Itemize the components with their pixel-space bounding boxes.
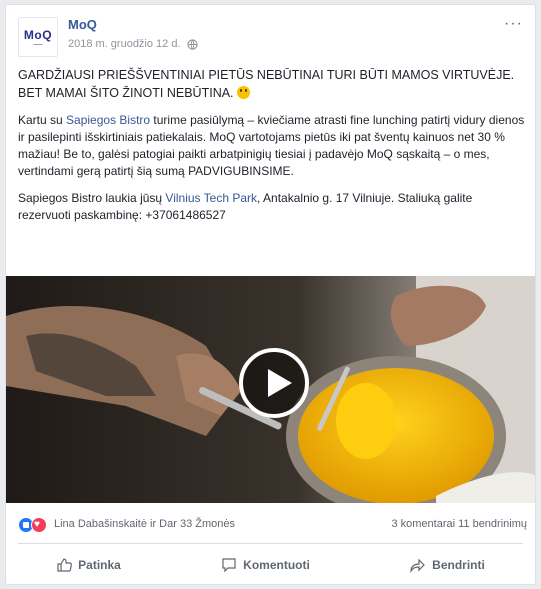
page-name-link[interactable]: MoQ bbox=[68, 17, 97, 32]
share-icon bbox=[410, 558, 426, 573]
divider bbox=[18, 543, 523, 544]
share-label: Bendrinti bbox=[432, 558, 485, 572]
post-header: MoQ ▬▬▬ MoQ 2018 m. gruodžio 12 d. ··· bbox=[6, 5, 535, 63]
post-body-paragraph-2: Sapiegos Bistro laukia jūsų Vilnius Tech… bbox=[18, 190, 528, 224]
play-button[interactable] bbox=[239, 348, 309, 418]
thumbs-up-icon bbox=[57, 558, 73, 572]
vilnius-tech-park-link[interactable]: Vilnius Tech Park bbox=[165, 191, 257, 205]
reactions-bar: Lina Dabašinskaitė ir Dar 33 Žmonės 3 ko… bbox=[6, 505, 535, 545]
comment-button[interactable]: Komentuoti bbox=[201, 553, 330, 577]
post-body-paragraph-1: Kartu su Sapiegos Bistro turime pasiūlym… bbox=[18, 112, 528, 180]
comment-share-stats[interactable]: 3 komentarai 11 bendrinimų bbox=[391, 518, 527, 530]
comment-label: Komentuoti bbox=[243, 558, 310, 572]
globe-icon bbox=[186, 38, 198, 50]
video-player[interactable] bbox=[6, 276, 535, 503]
post-card: MoQ ▬▬▬ MoQ 2018 m. gruodžio 12 d. ··· G… bbox=[5, 4, 536, 585]
reaction-icons[interactable] bbox=[18, 517, 47, 533]
love-reaction-icon bbox=[31, 517, 47, 533]
avatar-logo: MoQ bbox=[23, 27, 53, 42]
like-label: Patinka bbox=[78, 558, 121, 572]
page-avatar[interactable]: MoQ ▬▬▬ bbox=[18, 17, 58, 57]
body1-text-a: Kartu su bbox=[18, 113, 67, 127]
post-meta: 2018 m. gruodžio 12 d. bbox=[68, 38, 198, 50]
more-options-icon[interactable]: ··· bbox=[504, 15, 523, 33]
comment-icon bbox=[222, 558, 236, 573]
sapiegos-bistro-link[interactable]: Sapiegos Bistro bbox=[66, 113, 150, 127]
share-button[interactable]: Bendrinti bbox=[390, 553, 505, 577]
body2-text-a: Sapiegos Bistro laukia jūsų bbox=[18, 191, 166, 205]
action-bar: Patinka Komentuoti Bendrinti bbox=[6, 547, 535, 583]
like-button[interactable]: Patinka bbox=[36, 553, 141, 577]
reaction-names[interactable]: Lina Dabašinskaitė ir Dar 33 Žmonės bbox=[54, 518, 235, 530]
headline-text: GARDŽIAUSI PRIEŠŠVENTINIAI PIETŪS NEBŪTI… bbox=[18, 68, 515, 100]
post-date[interactable]: 2018 m. gruodžio 12 d. bbox=[68, 38, 181, 50]
post-text: GARDŽIAUSI PRIEŠŠVENTINIAI PIETŪS NEBŪTI… bbox=[18, 67, 528, 224]
post-headline: GARDŽIAUSI PRIEŠŠVENTINIAI PIETŪS NEBŪTI… bbox=[18, 67, 528, 102]
grinning-emoji-icon bbox=[236, 85, 250, 99]
avatar-tagline: ▬▬▬ bbox=[33, 41, 43, 46]
